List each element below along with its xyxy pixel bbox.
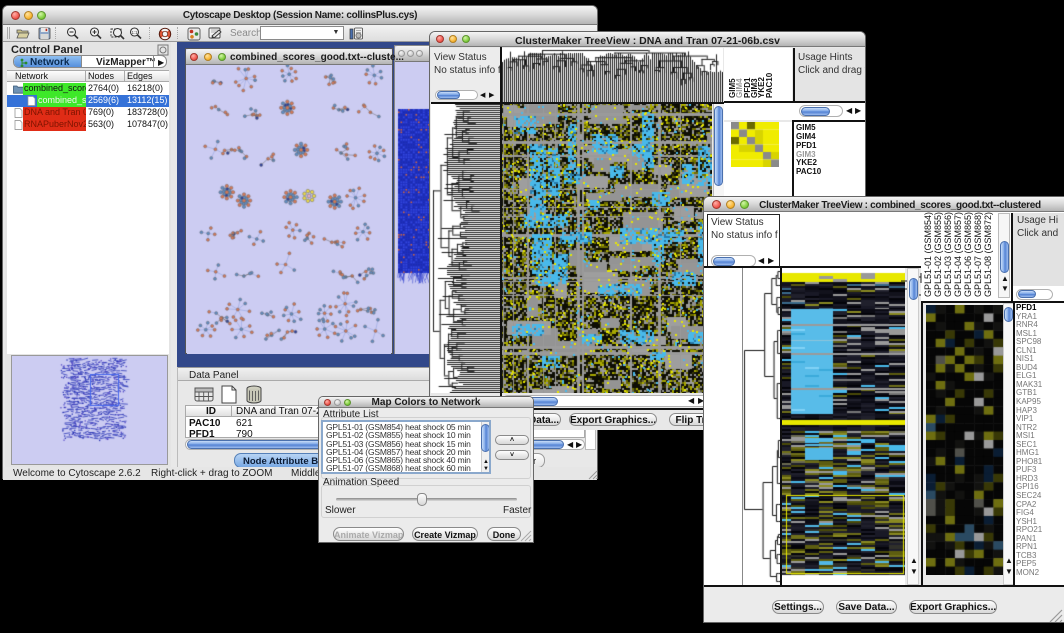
svg-text:1:1: 1:1	[132, 30, 138, 35]
